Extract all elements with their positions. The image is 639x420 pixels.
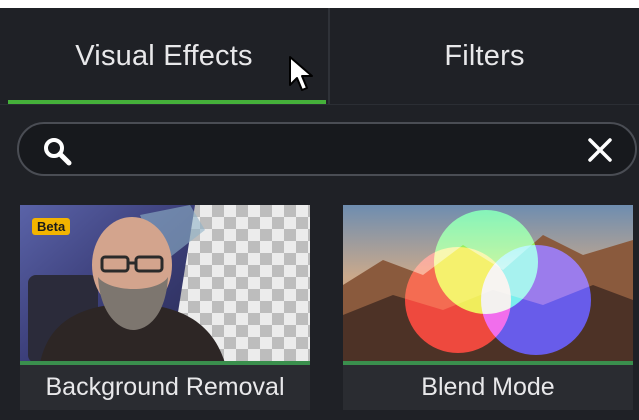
tab-visual-effects[interactable]: Visual Effects — [0, 8, 328, 104]
background-removal-thumbnail: Beta — [20, 205, 310, 363]
tab-visual-effects-label: Visual Effects — [75, 39, 253, 72]
effect-label: Background Removal — [45, 373, 285, 401]
close-icon[interactable] — [586, 136, 614, 164]
mouse-cursor-icon — [289, 56, 313, 91]
tab-filters[interactable]: Filters — [330, 8, 639, 104]
tab-filters-label: Filters — [444, 39, 525, 72]
search-input[interactable] — [86, 128, 570, 172]
effect-label: Blend Mode — [421, 373, 555, 401]
search-icon — [44, 138, 72, 166]
effect-card-blend-mode[interactable]: Blend Mode — [343, 205, 633, 410]
beta-badge: Beta — [32, 218, 71, 235]
blend-mode-thumbnail — [343, 205, 633, 363]
effect-card-background-removal[interactable]: Beta Background Removal — [20, 205, 310, 410]
tab-bar-divider — [0, 104, 639, 105]
